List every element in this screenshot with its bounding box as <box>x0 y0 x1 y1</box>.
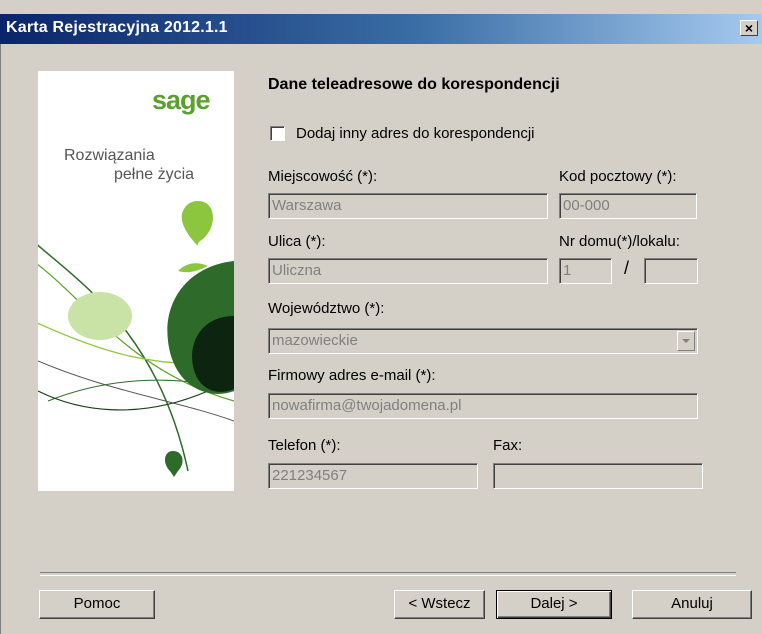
postal-code-label: Kod pocztowy (*): <box>559 168 677 185</box>
province-label: Województwo (*): <box>268 300 385 317</box>
window-border <box>0 44 1 634</box>
street-label: Ulica (*): <box>268 233 326 250</box>
apartment-number-field[interactable] <box>644 258 698 284</box>
street-field[interactable]: Uliczna <box>268 258 548 284</box>
phone-field[interactable]: 221234567 <box>268 463 478 489</box>
next-button[interactable]: Dalej > <box>496 590 612 619</box>
province-select[interactable]: mazowieckie <box>268 328 698 354</box>
fax-field[interactable] <box>493 463 703 489</box>
close-button[interactable]: × <box>740 20 758 36</box>
sage-logo: sage <box>152 85 211 115</box>
cancel-button[interactable]: Anuluj <box>632 590 752 619</box>
city-field[interactable]: Warszawa <box>268 193 548 219</box>
postal-code-field[interactable]: 00-000 <box>559 193 697 219</box>
chevron-down-icon[interactable] <box>677 331 695 351</box>
phone-label: Telefon (*): <box>268 437 341 454</box>
section-title: Dane teleadresowe do korespondencji <box>268 76 560 93</box>
alt-address-checkbox-label[interactable]: Dodaj inny adres do korespondencji <box>296 125 534 142</box>
tagline-line2: pełne życia <box>114 166 195 183</box>
email-field[interactable]: nowafirma@twojadomena.pl <box>268 393 698 419</box>
back-button[interactable]: < Wstecz <box>394 590 485 619</box>
province-selected-value: mazowieckie <box>272 332 358 349</box>
email-label: Firmowy adres e-mail (*): <box>268 367 436 384</box>
alt-address-checkbox[interactable] <box>270 126 285 141</box>
city-label: Miejscowość (*): <box>268 168 378 185</box>
sage-banner: sage Rozwiązania pełne życia <box>38 71 234 491</box>
window-title: Karta Rejestracyjna 2012.1.1 <box>6 19 228 36</box>
tagline-line1: Rozwiązania <box>64 147 155 164</box>
button-bar-divider <box>40 572 736 576</box>
house-number-field[interactable]: 1 <box>559 258 612 284</box>
help-button[interactable]: Pomoc <box>39 590 155 619</box>
fax-label: Fax: <box>493 437 523 454</box>
title-bar[interactable]: Karta Rejestracyjna 2012.1.1 × <box>0 14 762 44</box>
decorative-leaves-graphic <box>38 201 234 477</box>
house-apartment-separator: / <box>624 258 630 278</box>
registration-dialog: Karta Rejestracyjna 2012.1.1 × sage Rozw… <box>0 0 762 634</box>
house-number-label: Nr domu(*)/lokalu: <box>559 233 680 250</box>
close-icon: × <box>744 20 754 36</box>
